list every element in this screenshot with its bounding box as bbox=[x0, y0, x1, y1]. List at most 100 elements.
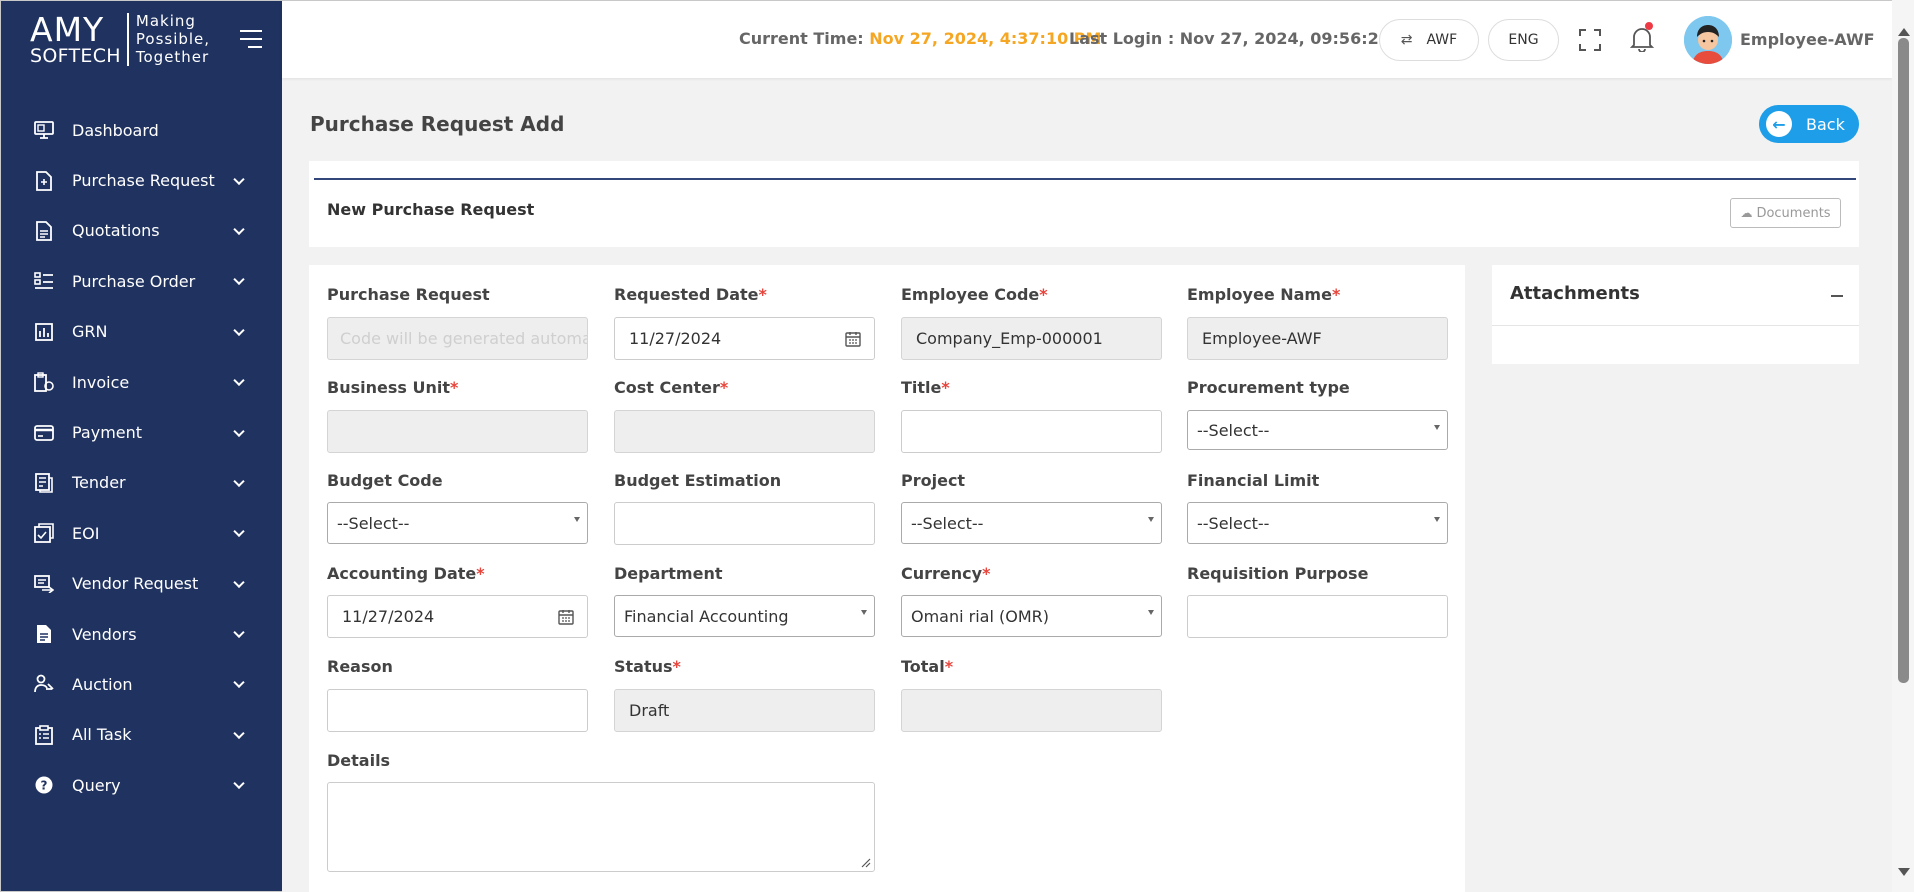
card-icon bbox=[34, 423, 54, 443]
sidebar-item-query[interactable]: ? Query bbox=[1, 760, 283, 810]
label-text: Requested Date bbox=[614, 285, 759, 304]
sidebar-item-grn[interactable]: GRN bbox=[1, 307, 283, 357]
budget-code-select[interactable]: --Select-- bbox=[327, 502, 588, 544]
label-text: Financial Limit bbox=[1187, 471, 1320, 490]
employee-name-label: Employee Name* bbox=[1187, 285, 1340, 304]
chevron-down-icon bbox=[233, 778, 245, 790]
financial-limit-select[interactable]: --Select-- bbox=[1187, 502, 1448, 544]
required-marker: * bbox=[941, 378, 950, 397]
company-switch-label: AWF bbox=[1426, 32, 1458, 48]
employee-code-input[interactable]: Company_Emp-000001 bbox=[901, 317, 1162, 360]
project-label: Project bbox=[901, 471, 965, 490]
sidebar-item-label: EOI bbox=[72, 523, 100, 543]
label-text: Budget Code bbox=[327, 471, 443, 490]
label-text: Reason bbox=[327, 657, 393, 676]
procurement-type-select[interactable]: --Select-- bbox=[1187, 410, 1448, 450]
label-text: Total bbox=[901, 657, 945, 676]
sidebar-item-purchase-order[interactable]: Purchase Order bbox=[1, 256, 283, 306]
fullscreen-icon[interactable] bbox=[1579, 29, 1601, 51]
language-button[interactable]: ENG bbox=[1488, 19, 1559, 61]
sidebar-item-invoice[interactable]: Invoice bbox=[1, 357, 283, 407]
collapse-icon[interactable] bbox=[1831, 295, 1843, 297]
sidebar-item-vendors[interactable]: Vendors bbox=[1, 609, 283, 659]
sidebar-item-quotations[interactable]: Quotations bbox=[1, 206, 283, 256]
scroll-up-arrow-icon[interactable] bbox=[1898, 28, 1910, 36]
currency-label: Currency* bbox=[901, 564, 990, 583]
logo-tagline: Making Possible, Together bbox=[129, 12, 210, 66]
employee-code-value: Company_Emp-000001 bbox=[916, 329, 1103, 348]
procurement-type-label: Procurement type bbox=[1187, 378, 1350, 397]
invoice-icon bbox=[34, 372, 54, 393]
label-text: Title bbox=[901, 378, 942, 397]
tender-icon bbox=[34, 473, 54, 493]
purchase-request-form: Purchase Request Code will be generated … bbox=[309, 265, 1465, 892]
business-unit-input[interactable] bbox=[327, 410, 588, 453]
eoi-icon bbox=[34, 523, 54, 544]
requisition-purpose-input[interactable] bbox=[1187, 595, 1448, 638]
calendar-icon[interactable] bbox=[558, 609, 574, 625]
back-button[interactable]: ← Back bbox=[1759, 105, 1859, 143]
label-text: Employee Code bbox=[901, 285, 1040, 304]
sidebar-item-payment[interactable]: Payment bbox=[1, 407, 283, 457]
scroll-thumb[interactable] bbox=[1898, 38, 1909, 683]
chevron-down-icon bbox=[233, 173, 245, 185]
business-unit-label: Business Unit* bbox=[327, 378, 458, 397]
back-button-label: Back bbox=[1806, 114, 1845, 134]
avatar[interactable] bbox=[1684, 16, 1732, 64]
currency-select[interactable]: Omani rial (OMR) bbox=[901, 595, 1162, 637]
brand-logo[interactable]: AMY SOFTECH Making Possible, Together bbox=[30, 11, 210, 67]
total-input[interactable] bbox=[901, 689, 1162, 732]
sidebar-item-dashboard[interactable]: Dashboard bbox=[1, 105, 283, 155]
requested-date-input[interactable]: 11/27/2024 bbox=[614, 317, 875, 360]
chevron-down-icon bbox=[233, 374, 245, 387]
purchase-request-code-input[interactable]: Code will be generated automat bbox=[327, 317, 588, 360]
sidebar-item-label: Purchase Order bbox=[72, 271, 196, 291]
sidebar-item-label: Invoice bbox=[72, 372, 130, 392]
sidebar-item-all-task[interactable]: All Task bbox=[1, 710, 283, 760]
purchase-request-label: Purchase Request bbox=[327, 285, 490, 304]
page-title: Purchase Request Add bbox=[310, 112, 565, 136]
menu-toggle-icon[interactable] bbox=[240, 29, 264, 49]
financial-limit-label: Financial Limit bbox=[1187, 471, 1319, 490]
divider bbox=[1492, 325, 1859, 326]
label-text: Department bbox=[614, 564, 723, 583]
employee-name-value: Employee-AWF bbox=[1202, 329, 1322, 348]
notification-badge bbox=[1645, 22, 1653, 30]
budget-estimation-label: Budget Estimation bbox=[614, 471, 781, 490]
notification-bell-icon[interactable] bbox=[1629, 26, 1655, 53]
total-label: Total* bbox=[901, 657, 953, 676]
accounting-date-input[interactable]: 11/27/2024 bbox=[327, 595, 588, 638]
details-textarea[interactable] bbox=[327, 782, 875, 872]
page-scrollbar[interactable] bbox=[1892, 0, 1914, 892]
cost-center-input[interactable] bbox=[614, 410, 875, 453]
sidebar-item-purchase-request[interactable]: Purchase Request bbox=[1, 155, 283, 205]
sidebar-item-eoi[interactable]: EOI bbox=[1, 508, 283, 558]
company-switch-button[interactable]: ⇄ AWF bbox=[1379, 19, 1479, 61]
sidebar-item-label: Quotations bbox=[72, 221, 160, 241]
user-name[interactable]: Employee-AWF bbox=[1740, 30, 1875, 49]
required-marker: * bbox=[982, 564, 991, 583]
scroll-down-arrow-icon[interactable] bbox=[1898, 868, 1910, 876]
placeholder-text: Code will be generated automat bbox=[340, 329, 587, 348]
requested-date-label: Requested Date* bbox=[614, 285, 767, 304]
sidebar-item-label: Query bbox=[72, 775, 121, 795]
reason-input[interactable] bbox=[327, 689, 588, 732]
budget-estimation-input[interactable] bbox=[614, 502, 875, 545]
project-select[interactable]: --Select-- bbox=[901, 502, 1162, 544]
label-text: Requisition Purpose bbox=[1187, 564, 1369, 583]
status-input[interactable]: Draft bbox=[614, 689, 875, 732]
department-select[interactable]: Financial Accounting bbox=[614, 595, 875, 637]
documents-button[interactable]: ☁ Documents bbox=[1730, 198, 1841, 228]
employee-name-input[interactable]: Employee-AWF bbox=[1187, 317, 1448, 360]
calendar-icon[interactable] bbox=[845, 331, 861, 347]
sidebar: AMY SOFTECH Making Possible, Together Da… bbox=[0, 0, 282, 892]
sidebar-item-tender[interactable]: Tender bbox=[1, 458, 283, 508]
current-time-label: Current Time: bbox=[739, 29, 864, 48]
sidebar-item-auction[interactable]: Auction bbox=[1, 659, 283, 709]
title-input[interactable] bbox=[901, 410, 1162, 453]
chevron-down-icon bbox=[233, 274, 245, 286]
list-icon bbox=[34, 271, 54, 291]
chevron-down-icon bbox=[233, 626, 245, 639]
sidebar-item-vendor-request[interactable]: Vendor Request bbox=[1, 559, 283, 609]
resize-handle-icon[interactable] bbox=[861, 858, 871, 868]
